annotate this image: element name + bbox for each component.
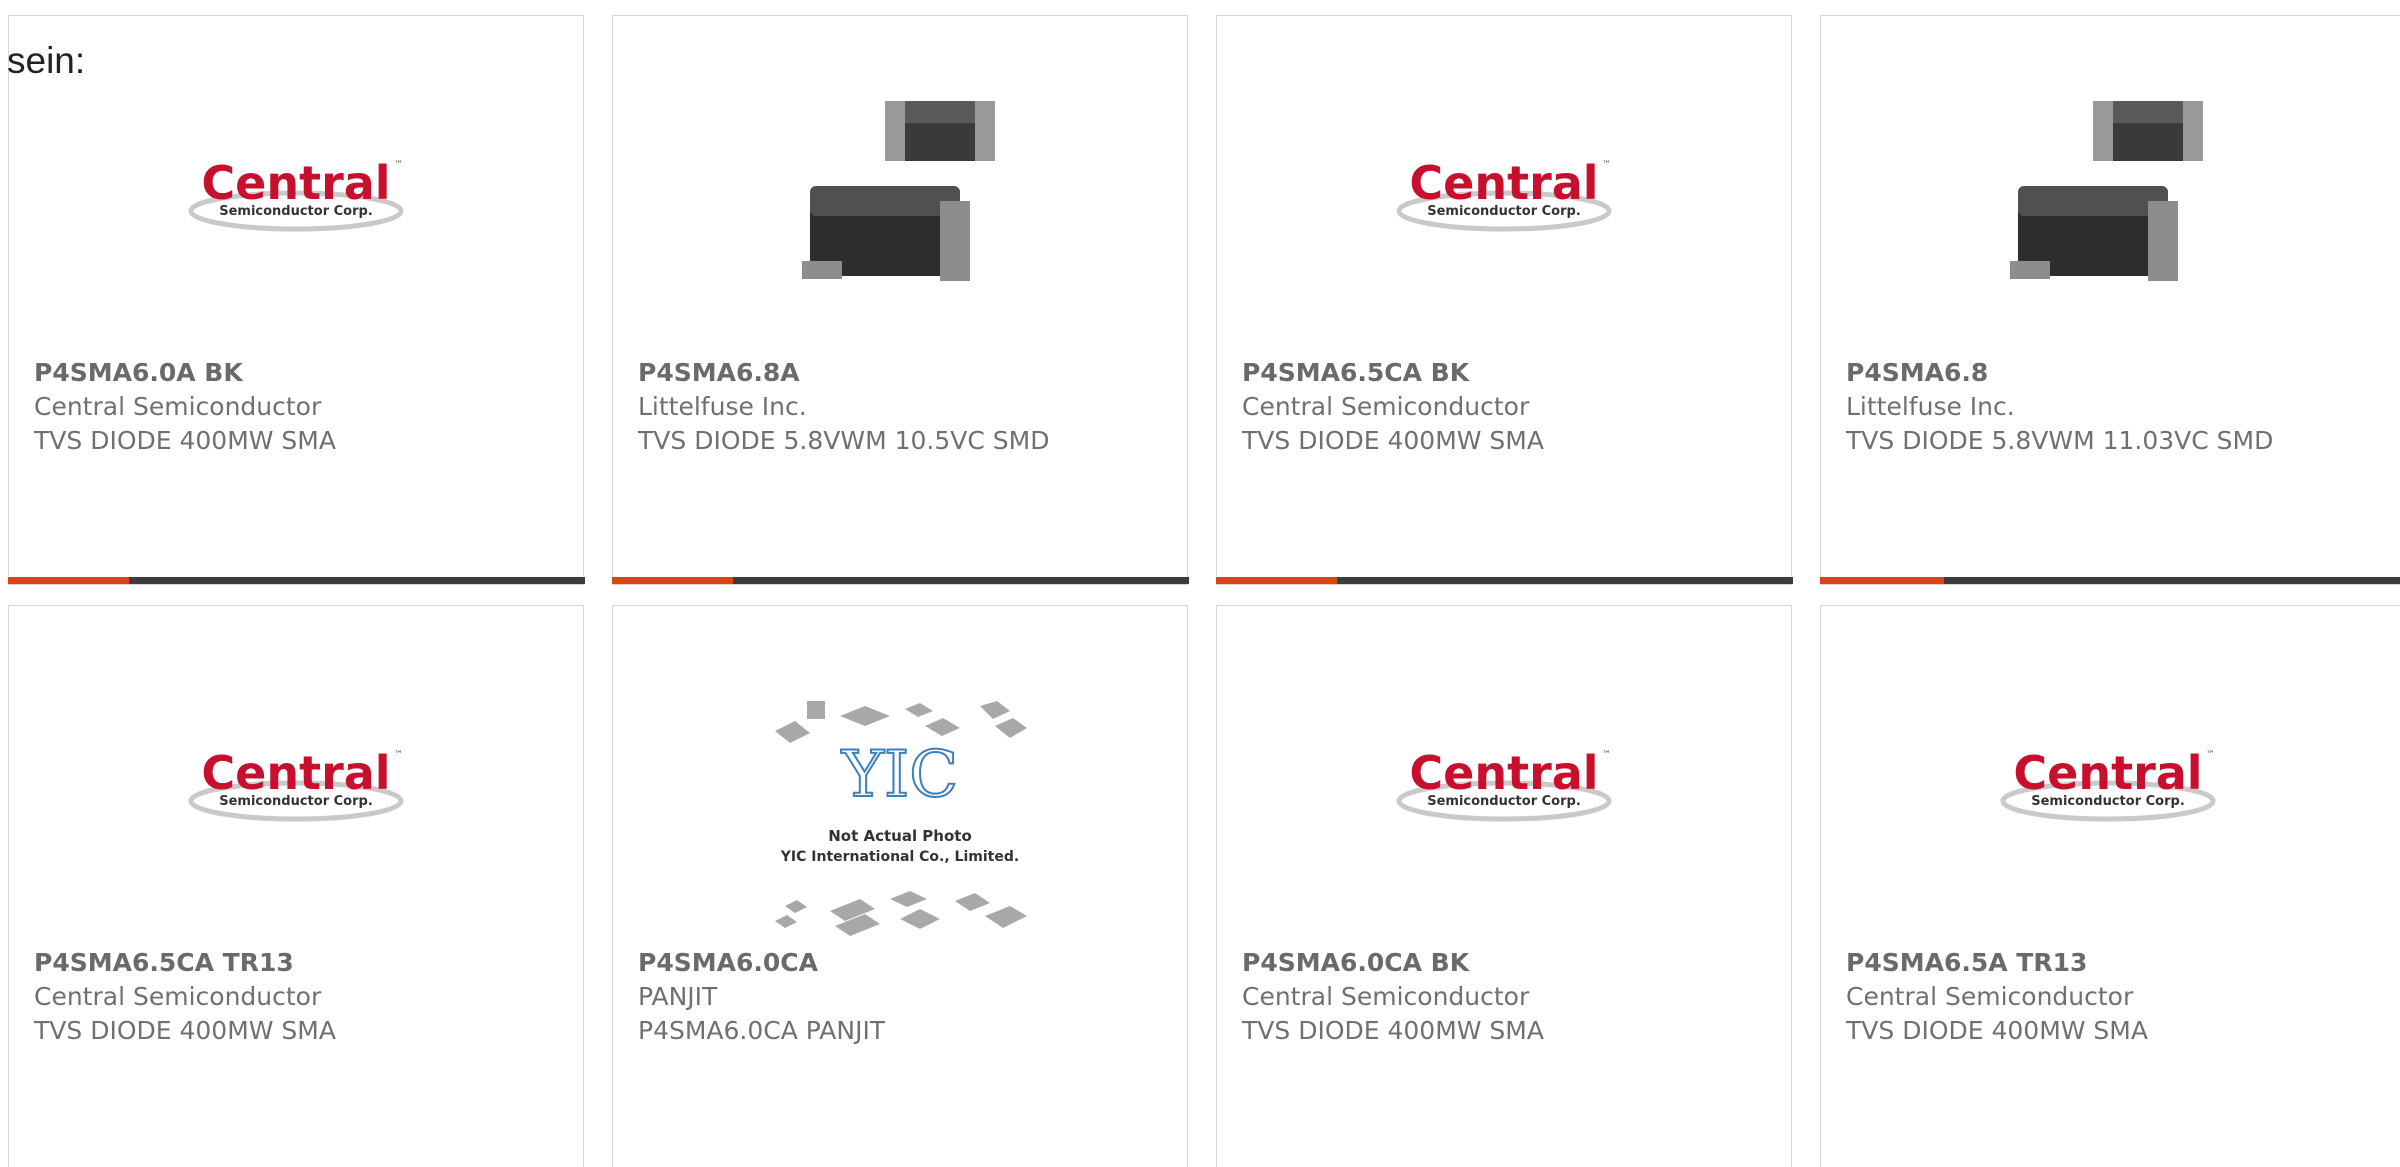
product-card[interactable]: Central ™ Semiconductor Corp. P4SMA6.0CA… — [1216, 605, 1792, 1167]
description: TVS DIODE 400MW SMA — [34, 1016, 336, 1045]
part-number[interactable]: P4SMA6.0A BK — [34, 356, 464, 390]
progress-bar — [611, 577, 1189, 584]
description: TVS DIODE 400MW SMA — [1846, 1016, 2148, 1045]
svg-text:Semiconductor Corp.: Semiconductor Corp. — [219, 204, 373, 219]
central-logo-image: Central ™ Semiconductor Corp. — [1217, 656, 1791, 916]
svg-text:™: ™ — [1602, 750, 1611, 760]
manufacturer: Littelfuse Inc. — [638, 392, 807, 421]
svg-text:Central: Central — [2013, 746, 2202, 800]
progress-bar — [7, 577, 585, 584]
svg-text:Central: Central — [201, 746, 390, 800]
svg-text:Central: Central — [1409, 746, 1598, 800]
central-logo-image: Central ™ Semiconductor Corp. — [1821, 656, 2395, 916]
central-logo-image: Central ™ Semiconductor Corp. — [9, 656, 583, 916]
product-card[interactable]: P4SMA6.8 Littelfuse Inc. TVS DIODE 5.8VW… — [1819, 15, 2400, 585]
product-card[interactable]: YIC Not Actual Photo YIC International C… — [612, 605, 1188, 1167]
product-card[interactable]: Central ™ Semiconductor Corp. P4SMA6.0A … — [7, 15, 585, 585]
part-number[interactable]: P4SMA6.8A — [638, 356, 1068, 390]
product-info: P4SMA6.8 Littelfuse Inc. TVS DIODE 5.8VW… — [1846, 356, 2276, 458]
svg-text:Central: Central — [1409, 156, 1598, 210]
manufacturer: Central Semiconductor — [1846, 982, 2134, 1011]
product-info: P4SMA6.8A Littelfuse Inc. TVS DIODE 5.8V… — [638, 356, 1068, 458]
part-number[interactable]: P4SMA6.5A TR13 — [1846, 946, 2276, 980]
manufacturer: Central Semiconductor — [1242, 392, 1530, 421]
progress-fill — [7, 577, 129, 584]
progress-bar — [1215, 577, 1793, 584]
svg-text:Not Actual Photo: Not Actual Photo — [828, 827, 972, 845]
svg-text:Semiconductor Corp.: Semiconductor Corp. — [219, 794, 373, 809]
central-logo-image: Central ™ Semiconductor Corp. — [9, 66, 583, 326]
product-info: P4SMA6.0A BK Central Semiconductor TVS D… — [34, 356, 464, 458]
sma-diode-image — [1821, 66, 2395, 326]
svg-text:™: ™ — [2206, 750, 2215, 760]
manufacturer: Central Semiconductor — [1242, 982, 1530, 1011]
svg-text:YIC International Co., Limited: YIC International Co., Limited. — [780, 849, 1019, 865]
svg-text:™: ™ — [394, 750, 403, 760]
product-card[interactable]: P4SMA6.8A Littelfuse Inc. TVS DIODE 5.8V… — [611, 15, 1189, 585]
description: TVS DIODE 400MW SMA — [34, 426, 336, 455]
product-card[interactable]: Central ™ Semiconductor Corp. P4SMA6.5CA… — [8, 605, 584, 1167]
description: TVS DIODE 5.8VWM 11.03VC SMD — [1846, 426, 2274, 455]
part-number[interactable]: P4SMA6.5CA BK — [1242, 356, 1672, 390]
part-number[interactable]: P4SMA6.5CA TR13 — [34, 946, 464, 980]
progress-fill — [611, 577, 733, 584]
manufacturer: PANJIT — [638, 982, 718, 1011]
svg-text:Central: Central — [201, 156, 390, 210]
progress-fill — [1819, 577, 1944, 584]
product-info: P4SMA6.0CA BK Central Semiconductor TVS … — [1242, 946, 1672, 1048]
svg-text:Semiconductor Corp.: Semiconductor Corp. — [1427, 794, 1581, 809]
description: P4SMA6.0CA PANJIT — [638, 1016, 886, 1045]
manufacturer: Central Semiconductor — [34, 392, 322, 421]
central-logo-image: Central ™ Semiconductor Corp. — [1217, 66, 1791, 326]
part-number[interactable]: P4SMA6.8 — [1846, 356, 2276, 390]
product-card[interactable]: Central ™ Semiconductor Corp. P4SMA6.5A … — [1820, 605, 2400, 1167]
part-number[interactable]: P4SMA6.0CA — [638, 946, 1068, 980]
svg-text:™: ™ — [394, 160, 403, 170]
product-info: P4SMA6.5A TR13 Central Semiconductor TVS… — [1846, 946, 2276, 1048]
product-card[interactable]: Central ™ Semiconductor Corp. P4SMA6.5CA… — [1215, 15, 1793, 585]
product-grid: sein: Central ™ Semiconductor Corp. P4SM… — [0, 0, 2400, 1167]
description: TVS DIODE 400MW SMA — [1242, 426, 1544, 455]
product-info: P4SMA6.5CA BK Central Semiconductor TVS … — [1242, 356, 1672, 458]
section-heading: sein: — [7, 40, 86, 81]
svg-text:Semiconductor Corp.: Semiconductor Corp. — [1427, 204, 1581, 219]
svg-text:YIC: YIC — [841, 738, 959, 812]
sma-diode-image — [613, 66, 1187, 326]
svg-text:Semiconductor Corp.: Semiconductor Corp. — [2031, 794, 2185, 809]
manufacturer: Central Semiconductor — [34, 982, 322, 1011]
progress-fill — [1215, 577, 1337, 584]
product-info: P4SMA6.5CA TR13 Central Semiconductor TV… — [34, 946, 464, 1048]
progress-bar — [1819, 577, 2400, 584]
description: TVS DIODE 5.8VWM 10.5VC SMD — [638, 426, 1050, 455]
manufacturer: Littelfuse Inc. — [1846, 392, 2015, 421]
description: TVS DIODE 400MW SMA — [1242, 1016, 1544, 1045]
yic-placeholder-image: YIC Not Actual Photo YIC International C… — [613, 691, 1187, 951]
product-info: P4SMA6.0CA PANJIT P4SMA6.0CA PANJIT — [638, 946, 1068, 1048]
part-number[interactable]: P4SMA6.0CA BK — [1242, 946, 1672, 980]
svg-text:™: ™ — [1602, 160, 1611, 170]
